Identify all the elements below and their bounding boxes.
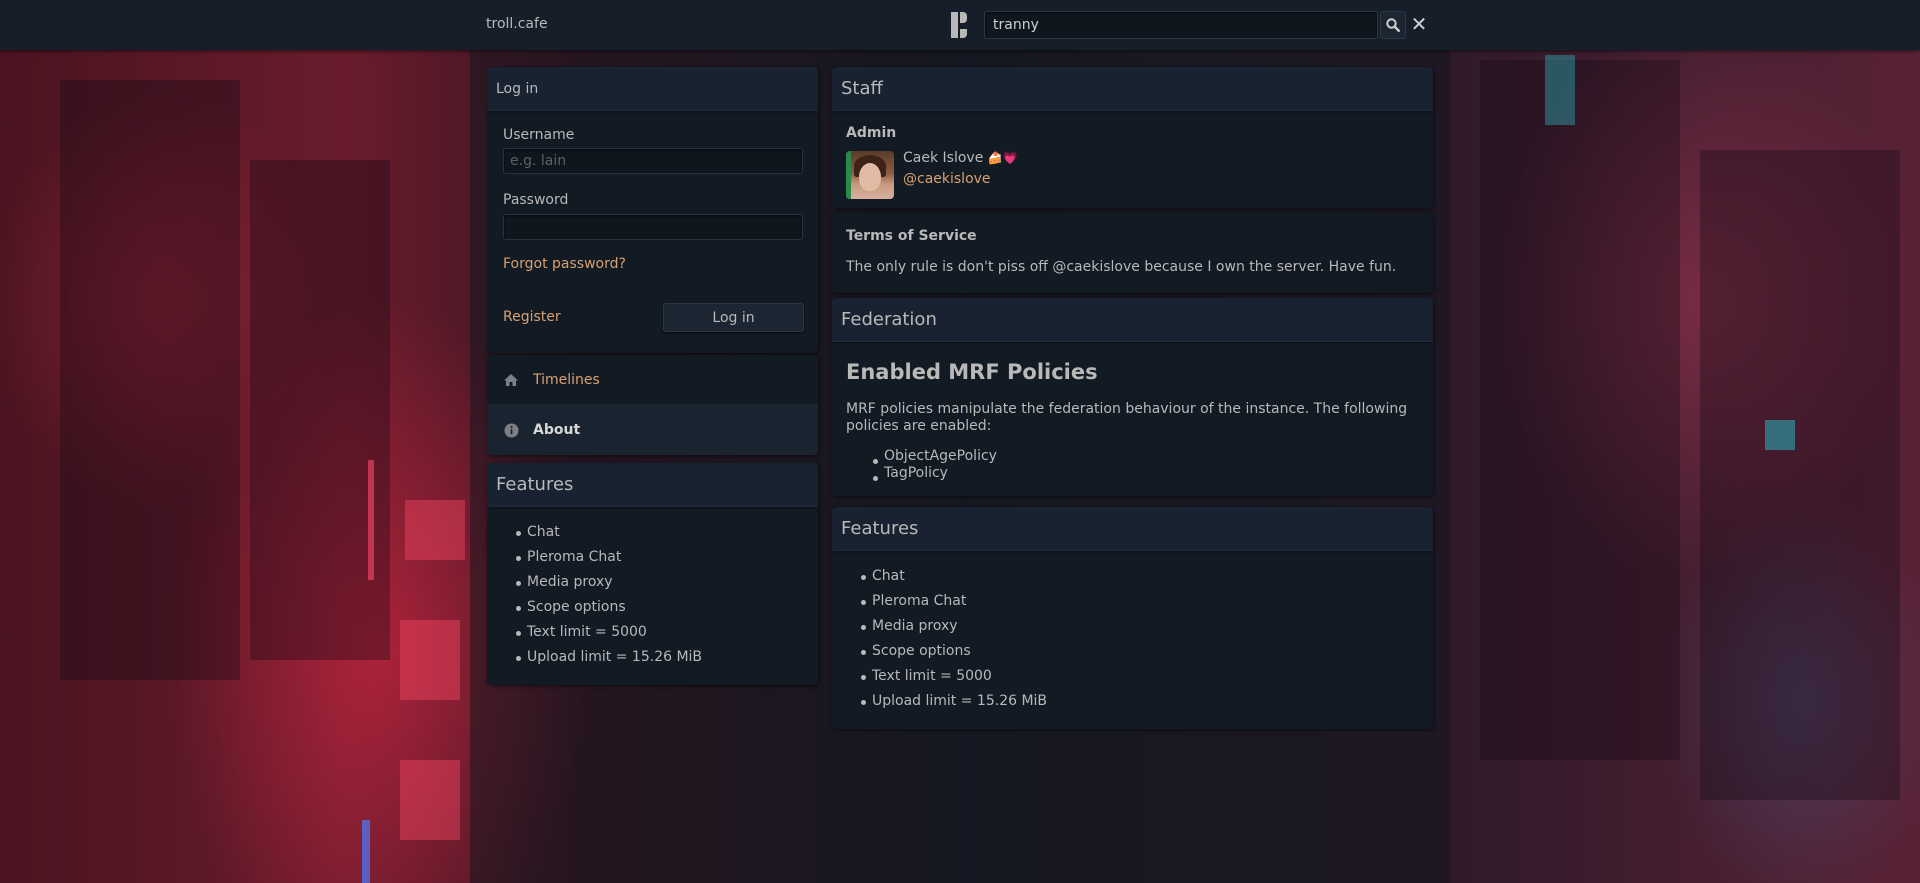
instance-name-link[interactable]: troll.cafe xyxy=(486,16,548,32)
mrf-description: MRF policies manipulate the federation b… xyxy=(846,401,1408,434)
list-item: Pleroma Chat xyxy=(513,545,702,570)
close-icon: ✕ xyxy=(1410,12,1428,36)
staff-panel: Staff Admin Caek Islove 🍰💗 @caekislove xyxy=(832,67,1433,208)
federation-panel: Federation Enabled MRF Policies MRF poli… xyxy=(832,298,1433,496)
features-list: Chat Pleroma Chat Media proxy Scope opti… xyxy=(858,564,1047,714)
nav-item-label: About xyxy=(533,422,581,438)
features-heading: Features xyxy=(487,463,818,507)
search-input[interactable] xyxy=(984,11,1378,39)
terms-heading: Terms of Service xyxy=(846,228,977,244)
list-item: Scope options xyxy=(513,595,702,620)
username-label: Username xyxy=(503,127,575,143)
password-input[interactable] xyxy=(503,214,803,240)
list-item: TagPolicy xyxy=(870,465,997,482)
close-search-button[interactable]: ✕ xyxy=(1408,11,1430,39)
features-panel-right: Features Chat Pleroma Chat Media proxy S… xyxy=(832,507,1433,729)
features-panel-left: Features Chat Pleroma Chat Media proxy S… xyxy=(487,463,818,685)
staff-emojis: 🍰💗 xyxy=(987,151,1018,165)
pleroma-logo-icon[interactable] xyxy=(951,12,969,38)
top-navbar: troll.cafe ✕ xyxy=(0,0,1920,50)
avatar[interactable] xyxy=(846,151,894,199)
list-item: Chat xyxy=(858,564,1047,589)
password-label: Password xyxy=(503,192,569,208)
info-icon xyxy=(503,422,519,438)
search-button[interactable] xyxy=(1380,11,1406,39)
staff-handle-link[interactable]: @caekislove xyxy=(903,171,991,187)
staff-heading: Staff xyxy=(832,67,1433,111)
nav-item-about[interactable]: About xyxy=(487,405,818,455)
terms-panel: Terms of Service The only rule is don't … xyxy=(832,213,1433,293)
nav-item-timelines[interactable]: Timelines xyxy=(487,355,818,405)
list-item: Upload limit = 15.26 MiB xyxy=(858,689,1047,714)
list-item: Media proxy xyxy=(858,614,1047,639)
home-icon xyxy=(503,372,519,388)
nav-panel: Timelines About xyxy=(487,355,818,455)
list-item: Chat xyxy=(513,520,702,545)
list-item: ObjectAgePolicy xyxy=(870,448,997,465)
register-link[interactable]: Register xyxy=(503,309,561,325)
nav-item-label: Timelines xyxy=(533,371,600,388)
staff-display-name-row: Caek Islove 🍰💗 xyxy=(903,150,1018,166)
login-heading: Log in xyxy=(487,67,818,111)
username-input[interactable] xyxy=(503,148,803,174)
staff-role-label: Admin xyxy=(846,125,897,141)
list-item: Text limit = 5000 xyxy=(513,620,702,645)
login-panel: Log in Username Password Forgot password… xyxy=(487,67,818,353)
forgot-password-link[interactable]: Forgot password? xyxy=(503,256,626,272)
features-heading: Features xyxy=(832,507,1433,551)
list-item: Pleroma Chat xyxy=(858,589,1047,614)
list-item: Upload limit = 15.26 MiB xyxy=(513,645,702,670)
search-icon xyxy=(1386,18,1400,32)
features-list: Chat Pleroma Chat Media proxy Scope opti… xyxy=(513,520,702,670)
list-item: Text limit = 5000 xyxy=(858,664,1047,689)
staff-display-name: Caek Islove xyxy=(903,150,984,166)
terms-text: The only rule is don't piss off @caekisl… xyxy=(846,259,1397,275)
list-item: Scope options xyxy=(858,639,1047,664)
login-button[interactable]: Log in xyxy=(663,303,804,332)
mrf-policy-list: ObjectAgePolicy TagPolicy xyxy=(870,448,997,482)
list-item: Media proxy xyxy=(513,570,702,595)
federation-heading: Federation xyxy=(832,298,1433,342)
mrf-policies-heading: Enabled MRF Policies xyxy=(846,360,1098,384)
